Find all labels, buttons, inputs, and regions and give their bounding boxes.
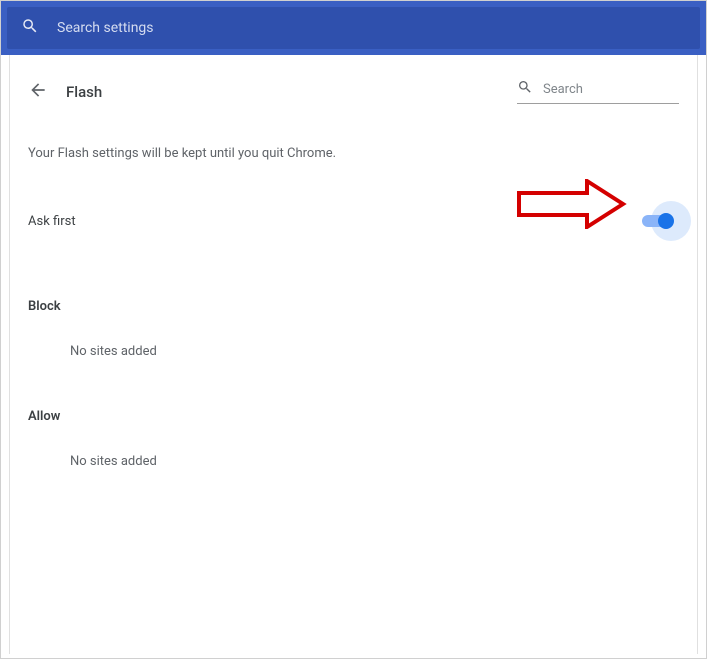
top-search-bar	[1, 1, 706, 55]
description-text: Your Flash settings will be kept until y…	[28, 146, 679, 161]
page-search-input[interactable]	[543, 82, 679, 97]
arrow-left-icon	[28, 80, 48, 104]
block-heading: Block	[28, 299, 679, 314]
main-content: Flash Your Flash settings will be kept u…	[9, 55, 698, 654]
global-search-container[interactable]	[7, 7, 700, 49]
block-empty-text: No sites added	[70, 344, 679, 359]
allow-empty-text: No sites added	[70, 454, 679, 469]
page-search-container[interactable]	[517, 79, 679, 104]
ask-first-row: Ask first	[28, 199, 679, 243]
allow-heading: Allow	[28, 409, 679, 424]
page-title: Flash	[66, 83, 102, 101]
global-search-input[interactable]	[57, 20, 686, 36]
ask-first-label: Ask first	[28, 214, 76, 229]
ask-first-toggle[interactable]	[635, 199, 679, 243]
search-icon	[517, 79, 533, 99]
search-icon	[21, 17, 39, 39]
back-button[interactable]	[28, 82, 48, 102]
page-header: Flash	[28, 79, 679, 104]
